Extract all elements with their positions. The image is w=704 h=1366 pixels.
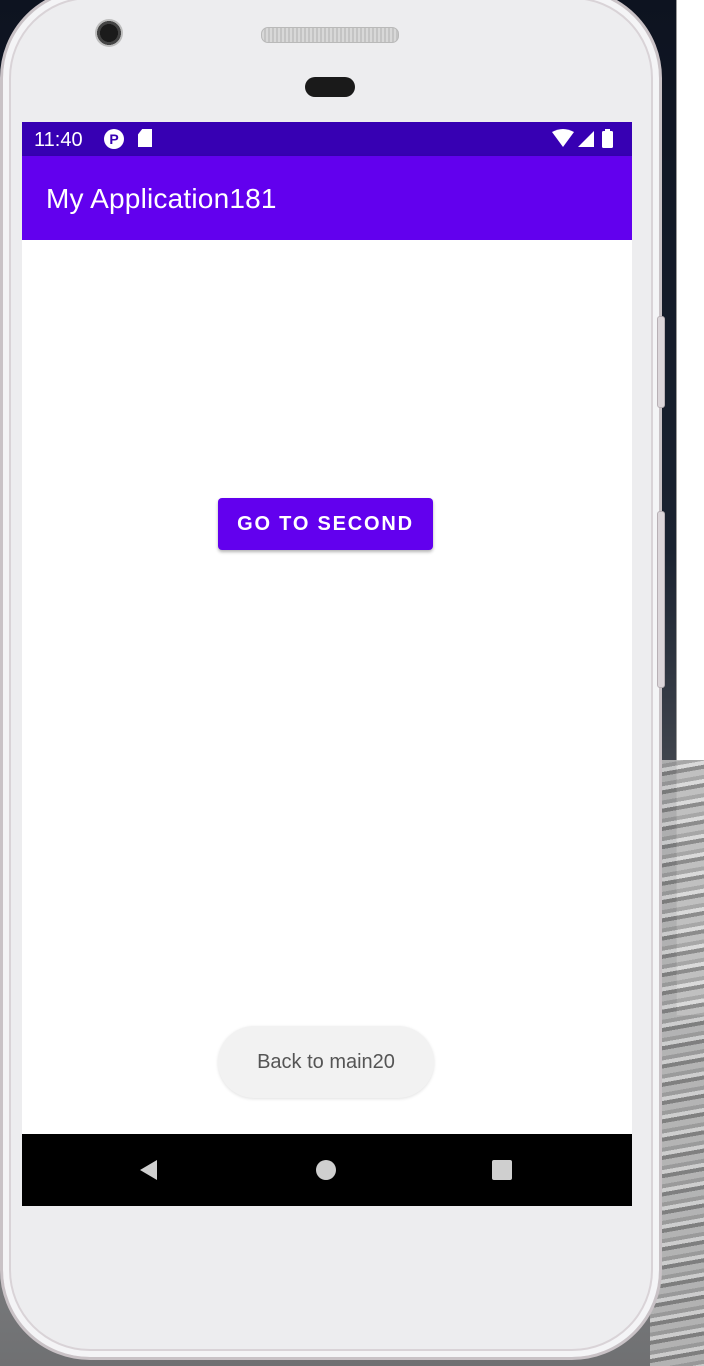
- device-screen: 11:40 P My Application181 GO TO SECOND B…: [22, 122, 632, 1206]
- sd-card-icon: [138, 129, 152, 147]
- battery-icon: [602, 131, 613, 148]
- earpiece-speaker: [261, 27, 399, 43]
- volume-button: [657, 316, 665, 408]
- recents-button[interactable]: [462, 1134, 542, 1206]
- status-right-icons: [552, 129, 613, 148]
- front-camera-icon: [95, 19, 123, 47]
- status-bar: 11:40 P: [22, 122, 632, 156]
- home-icon: [316, 1160, 336, 1180]
- power-button: [657, 511, 665, 688]
- status-time: 11:40: [34, 129, 83, 151]
- back-button[interactable]: [109, 1134, 189, 1206]
- app-bar: My Application181: [22, 156, 632, 240]
- pocket-icon: P: [104, 129, 124, 149]
- wifi-icon: [552, 129, 574, 147]
- recents-icon: [492, 1160, 512, 1180]
- app-title: My Application181: [46, 183, 277, 214]
- go-to-second-button[interactable]: GO TO SECOND: [218, 498, 433, 550]
- back-icon: [140, 1160, 157, 1180]
- navigation-bar: [22, 1134, 632, 1206]
- proximity-sensor: [305, 77, 355, 97]
- signal-icon: [578, 131, 594, 147]
- toast-message: Back to main20: [218, 1026, 434, 1098]
- home-button[interactable]: [286, 1134, 366, 1206]
- main-content: GO TO SECOND Back to main20: [22, 240, 632, 1134]
